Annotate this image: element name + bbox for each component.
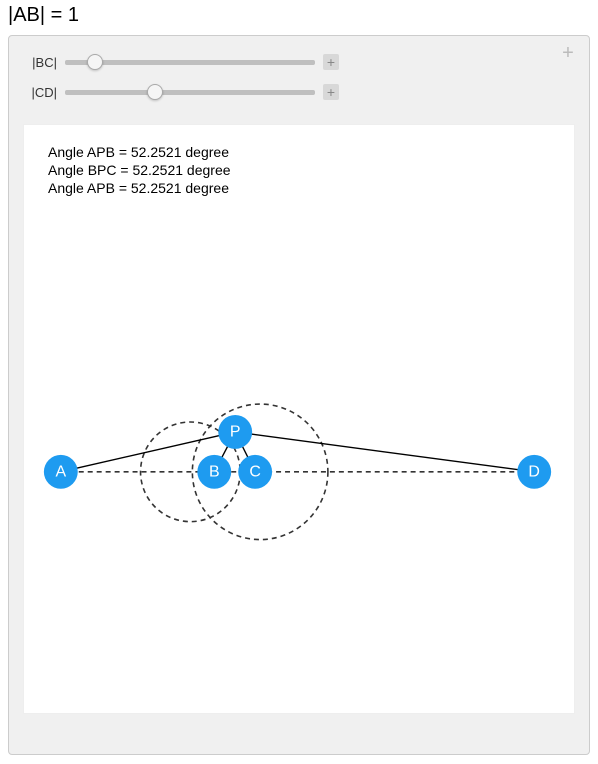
node-D[interactable]: D xyxy=(517,455,551,489)
segment-PD xyxy=(235,432,534,472)
node-label-B: B xyxy=(209,463,220,480)
node-P[interactable]: P xyxy=(218,415,252,449)
diagram-svg: A B C D P xyxy=(24,125,574,713)
main-panel: + |BC| + |CD| + Angle APB = 52.2521 degr… xyxy=(8,35,590,755)
slider-row-cd: |CD| + xyxy=(25,84,573,100)
node-C[interactable]: C xyxy=(238,455,272,489)
slider-thumb[interactable] xyxy=(87,54,103,70)
slider-track xyxy=(65,90,315,95)
slider-cd[interactable] xyxy=(65,84,315,100)
slider-expand-icon[interactable]: + xyxy=(323,84,339,100)
page-title: |AB| = 1 xyxy=(0,0,598,31)
slider-bc[interactable] xyxy=(65,54,315,70)
slider-label-cd: |CD| xyxy=(25,85,57,100)
node-label-D: D xyxy=(528,463,540,480)
slider-row-bc: |BC| + xyxy=(25,54,573,70)
node-label-P: P xyxy=(230,423,241,440)
canvas-area: Angle APB = 52.2521 degree Angle BPC = 5… xyxy=(23,124,575,714)
controls-area: + |BC| + |CD| + xyxy=(9,36,589,124)
node-A[interactable]: A xyxy=(44,455,78,489)
node-B[interactable]: B xyxy=(197,455,231,489)
slider-expand-icon[interactable]: + xyxy=(323,54,339,70)
node-label-A: A xyxy=(55,463,66,480)
expand-controls-icon[interactable]: + xyxy=(559,44,577,62)
slider-thumb[interactable] xyxy=(147,84,163,100)
slider-label-bc: |BC| xyxy=(25,55,57,70)
node-label-C: C xyxy=(249,463,261,480)
